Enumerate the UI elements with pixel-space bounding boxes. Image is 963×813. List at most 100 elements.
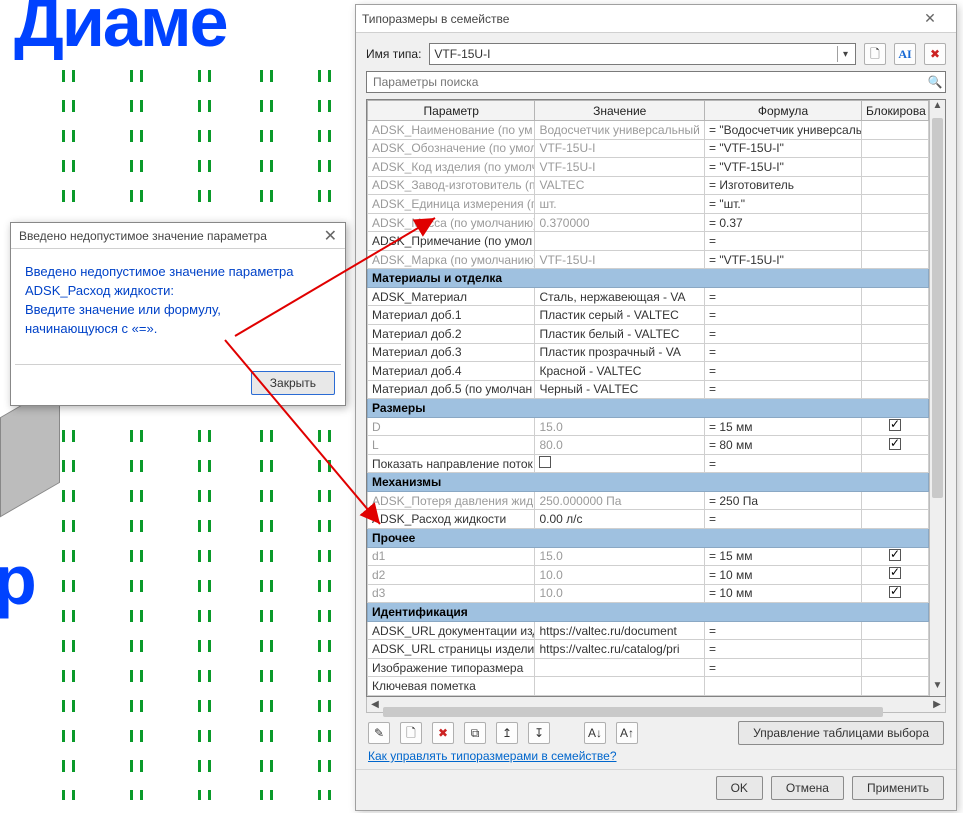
- cell-formula[interactable]: =: [705, 325, 862, 344]
- cell-value[interactable]: 15.0: [535, 417, 705, 436]
- cell-parameter[interactable]: L: [368, 436, 535, 455]
- cell-value[interactable]: https://valtec.ru/document: [535, 621, 705, 640]
- search-box[interactable]: 🔍: [366, 71, 946, 93]
- col-header-lock[interactable]: Блокирова: [861, 101, 928, 121]
- cell-formula[interactable]: =: [705, 380, 862, 399]
- table-row[interactable]: D15.0= 15 мм: [368, 417, 929, 436]
- cell-formula[interactable]: =: [705, 621, 862, 640]
- cell-lock[interactable]: [861, 454, 928, 473]
- cell-value[interactable]: 80.0: [535, 436, 705, 455]
- col-header-value[interactable]: Значение: [535, 101, 705, 121]
- cell-formula[interactable]: =: [705, 287, 862, 306]
- checkbox-checked[interactable]: [889, 586, 901, 598]
- scroll-down-icon[interactable]: ▼: [930, 680, 945, 696]
- cell-value[interactable]: VTF-15U-І: [535, 250, 705, 269]
- cell-formula[interactable]: =: [705, 362, 862, 381]
- cell-formula[interactable]: = 0.37: [705, 213, 862, 232]
- cell-lock[interactable]: [861, 158, 928, 177]
- table-row[interactable]: ADSK_Код изделия (по умолчVTF-15U-І= "VT…: [368, 158, 929, 177]
- group-header[interactable]: Механизмы: [368, 473, 929, 492]
- cell-parameter[interactable]: Материал доб.3: [368, 343, 535, 362]
- table-row[interactable]: d310.0= 10 мм: [368, 584, 929, 603]
- manage-lookup-tables-button[interactable]: Управление таблицами выбора: [738, 721, 944, 745]
- table-row[interactable]: ADSK_Потеря давления жидк250.000000 Па= …: [368, 491, 929, 510]
- table-row[interactable]: ADSK_URL страницы изделияhttps://valtec.…: [368, 640, 929, 659]
- cell-formula[interactable]: = 10 мм: [705, 584, 862, 603]
- cell-lock[interactable]: [861, 306, 928, 325]
- cell-lock[interactable]: [861, 287, 928, 306]
- cell-value[interactable]: VTF-15U-І: [535, 158, 705, 177]
- help-link[interactable]: Как управлять типоразмерами в семействе?: [356, 749, 956, 769]
- table-row[interactable]: Показать направление поток=: [368, 454, 929, 473]
- sort-desc-button[interactable]: A↑: [616, 722, 638, 744]
- cell-formula[interactable]: = 15 мм: [705, 547, 862, 566]
- cell-parameter[interactable]: Изображение типоразмера: [368, 658, 535, 677]
- group-header[interactable]: Идентификация: [368, 603, 929, 622]
- cell-parameter[interactable]: Материал доб.1: [368, 306, 535, 325]
- scroll-thumb[interactable]: [932, 118, 943, 498]
- cell-parameter[interactable]: ADSK_Масса (по умолчанию): [368, 213, 535, 232]
- cell-parameter[interactable]: Материал доб.5 (по умолчан: [368, 380, 535, 399]
- cell-value[interactable]: 0.00 л/с: [535, 510, 705, 529]
- table-row[interactable]: Размеры: [368, 399, 929, 418]
- cell-lock[interactable]: [861, 325, 928, 344]
- error-close-icon[interactable]: ✕: [324, 226, 337, 246]
- cell-lock[interactable]: [861, 640, 928, 659]
- table-row[interactable]: ADSK_Расход жидкости0.00 л/с=: [368, 510, 929, 529]
- chevron-down-icon[interactable]: ▾: [837, 46, 853, 62]
- cell-parameter[interactable]: ADSK_Марка (по умолчанию): [368, 250, 535, 269]
- close-icon[interactable]: ✕: [910, 10, 950, 27]
- sort-asc-button[interactable]: A↓: [584, 722, 606, 744]
- move-up-button[interactable]: ↥: [496, 722, 518, 744]
- cell-value[interactable]: Пластик серый - VALTEC: [535, 306, 705, 325]
- cell-lock[interactable]: [861, 213, 928, 232]
- scroll-up-icon[interactable]: ▲: [930, 100, 945, 116]
- cell-formula[interactable]: = "VTF-15U-І": [705, 139, 862, 158]
- table-row[interactable]: d210.0= 10 мм: [368, 566, 929, 585]
- group-header[interactable]: Материалы и отделка: [368, 269, 929, 288]
- cell-lock[interactable]: [861, 658, 928, 677]
- cell-parameter[interactable]: ADSK_URL документации изд: [368, 621, 535, 640]
- cell-value[interactable]: шт.: [535, 195, 705, 214]
- cell-lock[interactable]: [861, 566, 928, 585]
- table-row[interactable]: ADSK_Масса (по умолчанию)0.370000= 0.37: [368, 213, 929, 232]
- cell-value[interactable]: Пластик белый - VALTEC: [535, 325, 705, 344]
- cell-formula[interactable]: = Изготовитель: [705, 176, 862, 195]
- error-titlebar[interactable]: Введено недопустимое значение параметра …: [11, 223, 345, 249]
- col-header-formula[interactable]: Формула: [705, 101, 862, 121]
- vertical-scrollbar[interactable]: ▲ ▼: [929, 100, 945, 696]
- cell-lock[interactable]: [861, 343, 928, 362]
- cell-parameter[interactable]: ADSK_Единица измерения (п: [368, 195, 535, 214]
- edit-param-button[interactable]: ✎: [368, 722, 390, 744]
- cell-value[interactable]: VTF-15U-І: [535, 139, 705, 158]
- cell-parameter[interactable]: Материал доб.4: [368, 362, 535, 381]
- col-header-parameter[interactable]: Параметр: [368, 101, 535, 121]
- table-row[interactable]: Ключевая пометка: [368, 677, 929, 696]
- cell-formula[interactable]: = 10 мм: [705, 566, 862, 585]
- table-row[interactable]: ADSK_Обозначение (по умолVTF-15U-І= "VTF…: [368, 139, 929, 158]
- ok-button[interactable]: OK: [716, 776, 763, 800]
- cell-lock[interactable]: [861, 417, 928, 436]
- cell-parameter[interactable]: ADSK_Завод-изготовитель (п: [368, 176, 535, 195]
- cell-lock[interactable]: [861, 195, 928, 214]
- checkbox-unchecked[interactable]: [539, 456, 551, 468]
- cell-lock[interactable]: [861, 491, 928, 510]
- cell-lock[interactable]: [861, 380, 928, 399]
- cell-lock[interactable]: [861, 362, 928, 381]
- cell-parameter[interactable]: ADSK_URL страницы изделия: [368, 640, 535, 659]
- dialog-titlebar[interactable]: Типоразмеры в семействе ✕: [356, 5, 956, 33]
- cell-value[interactable]: [535, 454, 705, 473]
- table-row[interactable]: Материал доб.1Пластик серый - VALTEC=: [368, 306, 929, 325]
- parameters-table[interactable]: Параметр Значение Формула Блокирова ADSK…: [367, 100, 929, 696]
- hscroll-thumb[interactable]: [383, 707, 883, 717]
- cell-value[interactable]: VALTEC: [535, 176, 705, 195]
- cancel-button[interactable]: Отмена: [771, 776, 844, 800]
- cell-lock[interactable]: [861, 176, 928, 195]
- cell-parameter[interactable]: ADSK_Потеря давления жидк: [368, 491, 535, 510]
- cell-value[interactable]: [535, 658, 705, 677]
- checkbox-checked[interactable]: [889, 419, 901, 431]
- cell-lock[interactable]: [861, 621, 928, 640]
- cell-parameter[interactable]: Ключевая пометка: [368, 677, 535, 696]
- cell-formula[interactable]: =: [705, 640, 862, 659]
- cell-parameter[interactable]: d1: [368, 547, 535, 566]
